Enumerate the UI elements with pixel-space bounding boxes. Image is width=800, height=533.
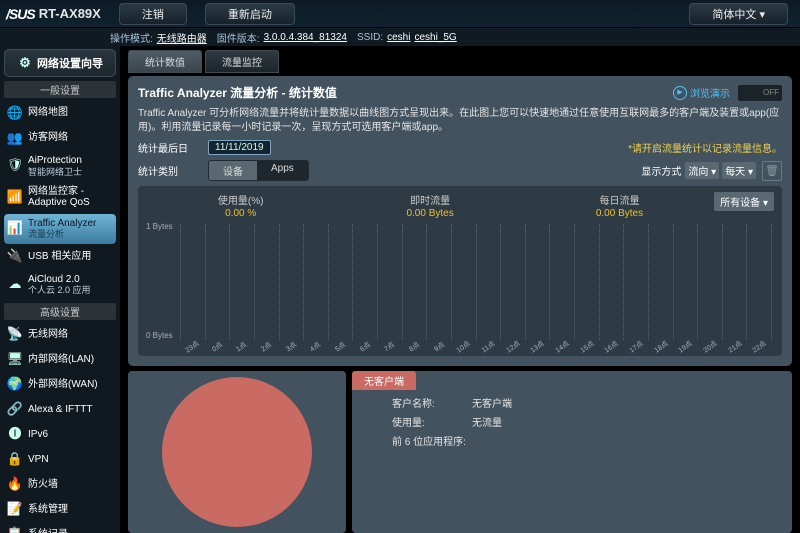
sidebar-item[interactable]: 📊Traffic Analyzer流量分析 bbox=[4, 214, 116, 244]
sidebar-item[interactable]: 📶网络监控家 - Adaptive QoS bbox=[4, 182, 116, 213]
sidebar: ⚙ 网络设置向导 一般设置 🌐网络地图👥访客网络🛡AiProtection智能网… bbox=[0, 46, 120, 533]
reboot-button[interactable]: 重新启动 bbox=[205, 3, 295, 25]
menu-icon: ☁ bbox=[7, 277, 23, 293]
group-advanced: 高级设置 bbox=[4, 303, 116, 320]
sidebar-item[interactable]: 🖥内部网络(LAN) bbox=[4, 348, 116, 372]
chart-header: 即时流量0.00 Bytes bbox=[335, 192, 524, 219]
sidebar-item[interactable]: 🔗Alexa & IFTTT bbox=[4, 398, 116, 422]
fw-label: 固件版本: bbox=[217, 30, 260, 45]
menu-icon: 🔗 bbox=[7, 402, 23, 418]
sidebar-item[interactable]: 🔥防火墙 bbox=[4, 473, 116, 497]
detail-row: 使用量:无流量 bbox=[392, 414, 792, 429]
period-select[interactable]: 每天 ▾ bbox=[722, 162, 756, 179]
menu-icon: 👥 bbox=[7, 130, 23, 146]
ssid-1[interactable]: ceshi bbox=[387, 32, 410, 43]
logout-button[interactable]: 注销 bbox=[119, 3, 187, 25]
logo: /SUS bbox=[6, 6, 35, 22]
bar-chart: 使用量(%)0.00 %即时流量0.00 Bytes每日流量0.00 Bytes… bbox=[138, 186, 782, 356]
info-bar: 操作模式: 无线路由器 固件版本: 3.0.0.4.384_81324 SSID… bbox=[0, 28, 800, 46]
menu-icon: 📋 bbox=[7, 527, 23, 533]
menu-icon: 🔒 bbox=[7, 452, 23, 468]
demo-link[interactable]: 浏览演示 bbox=[673, 85, 730, 100]
menu-icon: 📶 bbox=[7, 189, 23, 205]
ssid-2[interactable]: ceshi_5G bbox=[414, 32, 456, 43]
language-select[interactable]: 简体中文 ▾ bbox=[689, 3, 788, 25]
sidebar-item[interactable]: 🔒VPN bbox=[4, 448, 116, 472]
pie-chart bbox=[128, 371, 346, 533]
sidebar-item[interactable]: 🌍外部网络(WAN) bbox=[4, 373, 116, 397]
tab-traffic-monitor[interactable]: 流量监控 bbox=[205, 50, 279, 73]
last-date-label: 统计最后日 bbox=[138, 140, 208, 155]
seg-apps[interactable]: Apps bbox=[257, 161, 308, 180]
delete-button[interactable]: 🗑 bbox=[762, 161, 782, 181]
display-label: 显示方式 bbox=[641, 163, 681, 178]
category-label: 统计类别 bbox=[138, 163, 208, 178]
chart-header: 每日流量0.00 Bytes bbox=[525, 192, 714, 219]
seg-device[interactable]: 设备 bbox=[209, 161, 257, 180]
chart-header: 使用量(%)0.00 % bbox=[146, 192, 335, 219]
sidebar-item[interactable]: 🔌USB 相关应用 bbox=[4, 245, 116, 269]
model-name: RT-AX89X bbox=[39, 6, 101, 21]
y-bot: 0 Bytes bbox=[146, 331, 173, 340]
fw-version-link[interactable]: 3.0.0.4.384_81324 bbox=[264, 32, 347, 43]
sidebar-item[interactable]: 📡无线网络 bbox=[4, 323, 116, 347]
sidebar-item[interactable]: 👥访客网络 bbox=[4, 126, 116, 150]
sidebar-item[interactable]: 📋系统记录 bbox=[4, 523, 116, 533]
sidebar-item[interactable]: 🅘IPv6 bbox=[4, 423, 116, 447]
menu-icon: 📊 bbox=[7, 221, 23, 237]
gear-icon: ⚙ bbox=[17, 55, 33, 71]
mode-label: 操作模式: bbox=[110, 30, 153, 45]
ssid-label: SSID: bbox=[357, 32, 383, 43]
menu-icon: 🔥 bbox=[7, 477, 23, 493]
trash-icon: 🗑 bbox=[765, 164, 779, 177]
op-mode-link[interactable]: 无线路由器 bbox=[157, 30, 207, 45]
client-tab[interactable]: 无客户端 bbox=[352, 371, 416, 390]
tab-statistics[interactable]: 统计数值 bbox=[128, 50, 202, 73]
menu-icon: 🅘 bbox=[7, 427, 23, 443]
menu-icon: 🔌 bbox=[7, 249, 23, 265]
device-filter[interactable]: 所有设备 ▾ bbox=[714, 192, 774, 211]
sidebar-item[interactable]: 📝系统管理 bbox=[4, 498, 116, 522]
menu-icon: 📡 bbox=[7, 327, 23, 343]
menu-icon: 🖥 bbox=[7, 352, 23, 368]
menu-icon: 🌍 bbox=[7, 377, 23, 393]
direction-select[interactable]: 流向 ▾ bbox=[685, 162, 719, 179]
menu-icon: 🌐 bbox=[7, 105, 23, 121]
category-segment[interactable]: 设备 Apps bbox=[208, 160, 309, 181]
y-top: 1 Bytes bbox=[146, 222, 173, 231]
detail-row: 客户名称:无客户端 bbox=[392, 395, 792, 410]
warning-note[interactable]: *请开启流量统计以记录流量信息。 bbox=[628, 140, 782, 155]
menu-icon: 🛡 bbox=[7, 158, 23, 174]
feature-toggle[interactable]: OFF bbox=[738, 85, 782, 101]
panel-title: Traffic Analyzer 流量分析 - 统计数值 bbox=[138, 84, 673, 101]
detail-row: 前 6 位应用程序: bbox=[392, 433, 792, 448]
description: Traffic Analyzer 可分析网络流量并将统计量数据以曲线图方式呈现出… bbox=[138, 107, 782, 134]
group-general: 一般设置 bbox=[4, 81, 116, 98]
sidebar-item[interactable]: 🛡AiProtection智能网络卫士 bbox=[4, 151, 116, 181]
menu-icon: 📝 bbox=[7, 502, 23, 518]
date-picker[interactable]: 11/11/2019 bbox=[208, 140, 271, 155]
sidebar-item[interactable]: 🌐网络地图 bbox=[4, 101, 116, 125]
wizard-button[interactable]: ⚙ 网络设置向导 bbox=[4, 49, 116, 77]
sidebar-item[interactable]: ☁AiCloud 2.0个人云 2.0 应用 bbox=[4, 270, 116, 300]
